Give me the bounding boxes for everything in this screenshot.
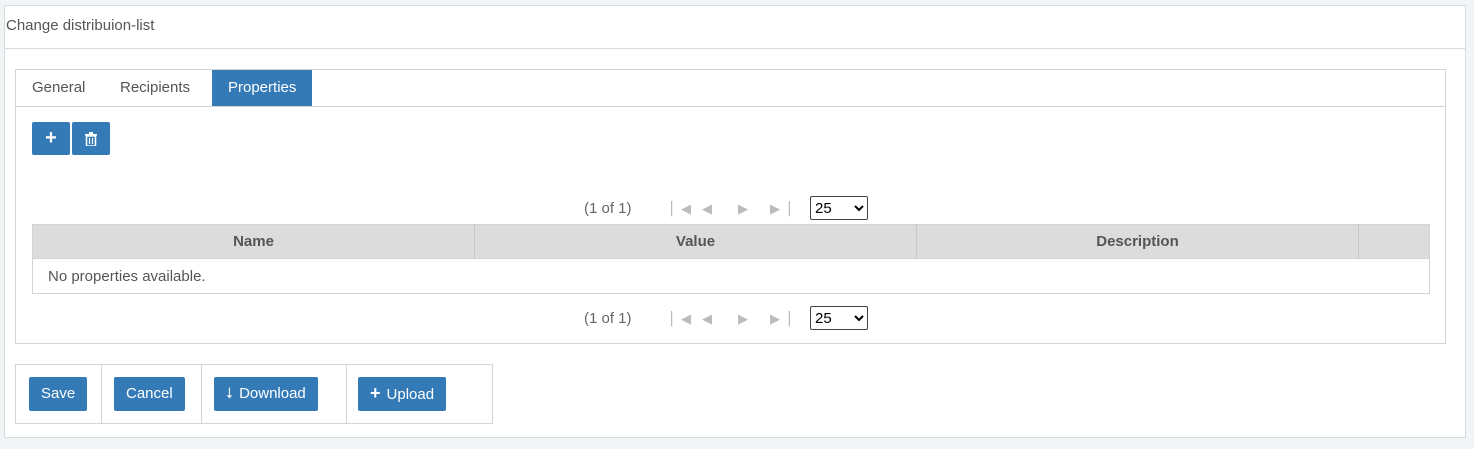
download-button[interactable]: ⭣ Download — [214, 377, 318, 411]
paginator-bottom: (1 of 1) ▏◀ ◀ ▶ ▶▕ 25 — [16, 306, 1445, 332]
column-header-description[interactable]: Description — [916, 224, 1359, 259]
prev-page-icon[interactable]: ◀ — [702, 201, 712, 217]
prev-page-icon[interactable]: ◀ — [702, 311, 712, 327]
plus-icon: + — [45, 127, 57, 149]
column-header-extra — [1358, 224, 1430, 259]
page-report: (1 of 1) — [584, 200, 632, 217]
last-page-icon[interactable]: ▶▕ — [770, 311, 790, 327]
tab-recipients[interactable]: Recipients — [104, 70, 206, 106]
save-button[interactable]: Save — [29, 377, 88, 411]
footer-cell: + Upload — [346, 365, 492, 423]
tab-bar: General Recipients Properties — [16, 70, 1445, 107]
rows-per-page-select[interactable]: 25 — [810, 306, 868, 330]
first-page-icon[interactable]: ▏◀ — [671, 201, 691, 217]
column-header-name[interactable]: Name — [32, 224, 475, 259]
delete-property-button[interactable] — [72, 122, 110, 155]
upload-button[interactable]: + Upload — [358, 377, 447, 411]
last-page-icon[interactable]: ▶▕ — [770, 201, 790, 217]
footer-cell: Cancel — [101, 365, 202, 423]
properties-table: Name Value Description No properties ava… — [32, 224, 1430, 294]
first-page-icon[interactable]: ▏◀ — [671, 311, 691, 327]
tab-general[interactable]: General — [16, 70, 101, 106]
add-property-button[interactable]: + — [32, 122, 70, 155]
tab-properties[interactable]: Properties — [212, 70, 313, 106]
tabview: General Recipients Properties + (1 of 1)… — [15, 69, 1446, 344]
trash-icon — [85, 131, 97, 146]
rows-per-page-select[interactable]: 25 — [810, 196, 868, 220]
cancel-button[interactable]: Cancel — [114, 377, 185, 411]
panel-title: Change distribuion-list — [5, 6, 1465, 49]
column-header-value[interactable]: Value — [474, 224, 917, 259]
page-report: (1 of 1) — [584, 310, 632, 327]
paginator-top: (1 of 1) ▏◀ ◀ ▶ ▶▕ 25 — [16, 196, 1445, 222]
next-page-icon[interactable]: ▶ — [738, 311, 748, 327]
footer-cell: ⭣ Download — [201, 365, 347, 423]
empty-message: No properties available. — [32, 258, 1430, 294]
plus-icon: + — [370, 383, 381, 403]
download-arrow-icon: ⭣ — [226, 385, 234, 402]
footer-button-bar: Save Cancel ⭣ Download + Upload — [15, 364, 493, 424]
table-row-empty: No properties available. — [32, 258, 1430, 294]
next-page-icon[interactable]: ▶ — [738, 201, 748, 217]
footer-cell: Save — [16, 365, 102, 423]
